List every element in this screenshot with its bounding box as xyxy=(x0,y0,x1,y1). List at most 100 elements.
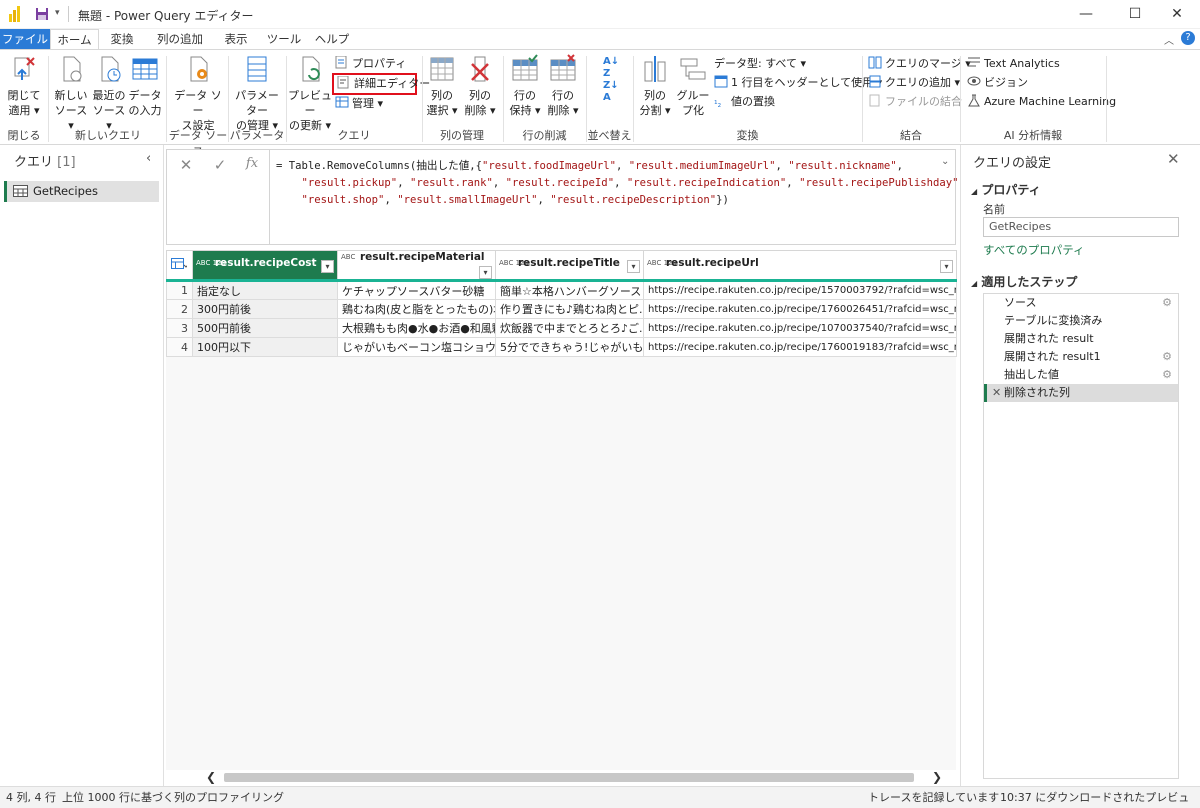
delete-step-icon[interactable]: ✕ xyxy=(992,384,1001,402)
properties-section-header[interactable]: ◢ プロパティ xyxy=(971,181,1041,198)
gear-icon[interactable]: ⚙ xyxy=(1162,348,1172,366)
data-table: ABC 123result.recipeCost ▾ ABC result.reci… xyxy=(166,250,957,357)
title-separator xyxy=(68,6,69,22)
remove-columns-button[interactable]: 列の 削除 ▾ xyxy=(462,54,498,118)
column-filter-icon[interactable]: ▾ xyxy=(321,260,334,273)
horizontal-scrollbar[interactable]: ❮ ❯ xyxy=(206,770,946,784)
replace-values-button[interactable]: ¹₂ 値の置換 xyxy=(714,93,775,111)
advanced-editor-button[interactable]: 詳細エディター xyxy=(332,73,430,95)
table-row: 1 指定なし ケチャップソースバター砂糖 簡単☆本格ハンバーグソース https… xyxy=(166,280,957,300)
query-settings-pane: クエリの設定 ✕ ◢ プロパティ 名前 GetRecipes すべてのプロパティ… xyxy=(960,145,1200,786)
status-bar: 4 列, 4 行 上位 1000 行に基づく列のプロファイリング トレースを記録… xyxy=(0,786,1200,808)
text-analytics-button[interactable]: Text Analytics xyxy=(967,55,1060,73)
new-source-button[interactable]: 新しい ソース ▾ xyxy=(52,54,90,133)
split-column-button[interactable]: 列の 分割 ▾ xyxy=(636,54,674,118)
cancel-formula-button[interactable]: ✕ xyxy=(173,156,199,176)
maximize-button[interactable]: ☐ xyxy=(1112,0,1158,29)
formula-input[interactable]: = Table.RemoveColumns(抽出した値,{"result.foo… xyxy=(276,158,965,209)
tab-view[interactable]: 表示 xyxy=(218,29,254,50)
queries-pane-title: クエリ [1] xyxy=(14,155,76,170)
tab-help[interactable]: ヘルプ xyxy=(312,29,352,50)
data-source-settings-button[interactable]: データ ソー ス設定 xyxy=(170,54,226,133)
group-label-close: 閉じる xyxy=(7,129,41,142)
query-item-getrecipes[interactable]: GetRecipes xyxy=(4,181,159,202)
azure-ml-button[interactable]: Azure Machine Learning xyxy=(967,93,1116,111)
commit-formula-button[interactable]: ✓ xyxy=(207,156,233,176)
step-source[interactable]: ソース ⚙ xyxy=(984,294,1178,312)
query-name-input[interactable]: GetRecipes xyxy=(983,217,1179,237)
collapse-ribbon-icon[interactable]: ︿ xyxy=(1164,32,1174,47)
close-settings-icon[interactable]: ✕ xyxy=(1167,150,1180,168)
choose-columns-button[interactable]: 列の 選択 ▾ xyxy=(424,54,460,118)
tab-transform[interactable]: 変換 xyxy=(104,29,140,50)
tab-tools[interactable]: ツール xyxy=(264,29,304,50)
keep-rows-icon xyxy=(510,54,540,84)
replace-values-icon: ¹₂ xyxy=(714,100,722,110)
vision-button[interactable]: ビジョン xyxy=(967,74,1028,92)
applied-steps-list: ソース ⚙ テーブルに変換済み 展開された result 展開された result… xyxy=(983,293,1179,779)
step-converted-to-table[interactable]: テーブルに変換済み xyxy=(984,312,1178,330)
remove-rows-button[interactable]: 行の 削除 ▾ xyxy=(544,54,582,118)
split-column-icon xyxy=(640,54,670,84)
refresh-preview-button[interactable]: プレビュー の更新 ▾ xyxy=(288,54,332,133)
collapse-pane-icon[interactable]: ‹ xyxy=(146,151,151,166)
close-button[interactable]: ✕ xyxy=(1154,0,1200,29)
scrollbar-thumb[interactable] xyxy=(224,773,914,782)
tab-home[interactable]: ホーム xyxy=(50,29,99,50)
queries-pane: クエリ [1] ‹ GetRecipes xyxy=(0,145,164,786)
column-header-recipeurl[interactable]: ABC 123result.recipeUrl ▾ xyxy=(643,250,957,281)
gear-icon[interactable]: ⚙ xyxy=(1162,294,1172,312)
enter-data-button[interactable]: データ の入力 xyxy=(128,54,162,118)
tab-add-column[interactable]: 列の追加 xyxy=(152,29,208,50)
sort-ascending-icon[interactable]: A↓ Z xyxy=(603,56,619,80)
scroll-right-icon[interactable]: ❯ xyxy=(932,770,942,784)
combine-files-button[interactable]: ファイルの結合 xyxy=(868,93,962,111)
all-properties-link[interactable]: すべてのプロパティ xyxy=(983,242,1085,258)
save-icon[interactable] xyxy=(35,7,49,21)
step-removed-columns[interactable]: ✕ 削除された列 xyxy=(984,384,1178,402)
step-extracted-values[interactable]: 抽出した値 ⚙ xyxy=(984,366,1178,384)
manage-button[interactable]: 管理 ▾ xyxy=(335,95,383,113)
keep-rows-button[interactable]: 行の 保持 ▾ xyxy=(506,54,544,118)
column-header-recipematerial[interactable]: ABC result.recipeMaterial ▾ xyxy=(337,250,496,281)
group-by-button[interactable]: グルー プ化 xyxy=(675,54,711,118)
step-expanded-result1[interactable]: 展開された result1 ⚙ xyxy=(984,348,1178,366)
quick-access-dropdown-icon[interactable]: ▾ xyxy=(55,8,60,18)
advanced-editor-icon xyxy=(337,75,351,89)
group-label-query: クエリ xyxy=(337,129,371,142)
column-filter-icon[interactable]: ▾ xyxy=(627,260,640,273)
sort-descending-icon[interactable]: Z↓ A xyxy=(603,80,619,104)
close-apply-button[interactable]: 閉じて 適用 ▾ xyxy=(4,54,44,118)
help-icon[interactable]: ? xyxy=(1181,31,1195,45)
tab-file[interactable]: ファイル xyxy=(0,29,50,50)
table-icon xyxy=(130,54,160,84)
append-queries-button[interactable]: クエリの追加 ▾ xyxy=(868,74,960,92)
merge-queries-button[interactable]: クエリのマージ ▾ xyxy=(868,55,971,73)
minimize-button[interactable]: — xyxy=(1063,0,1109,29)
properties-button[interactable]: プロパティ xyxy=(335,55,406,73)
scroll-left-icon[interactable]: ❮ xyxy=(206,770,216,784)
column-header-recipetitle[interactable]: ABC 123result.recipeTitle ▾ xyxy=(495,250,644,281)
table-menu-icon[interactable] xyxy=(166,250,193,281)
separator xyxy=(1106,56,1107,142)
column-filter-icon[interactable]: ▾ xyxy=(479,266,492,279)
text-analytics-icon xyxy=(967,56,981,69)
fx-button[interactable]: fx xyxy=(239,156,265,176)
gear-icon[interactable]: ⚙ xyxy=(1162,366,1172,384)
use-first-row-headers-button[interactable]: 1 行目をヘッダーとして使用 ▾ xyxy=(714,74,882,92)
expand-formula-icon[interactable]: ⌄ xyxy=(941,156,949,167)
properties-icon xyxy=(335,55,349,69)
column-header-recipecost[interactable]: ABC 123result.recipeCost ▾ xyxy=(192,250,338,281)
recent-sources-button[interactable]: 最近の ソース ▾ xyxy=(90,54,128,133)
collapse-triangle-icon: ◢ xyxy=(971,187,978,196)
ribbon: 閉じて 適用 ▾ 新しい ソース ▾ 最近の ソース ▾ データ の入力 データ… xyxy=(0,49,1200,158)
table-row: 4 100円以下 じゃがいもベーコン塩コショウ香... 5分でできちゃう!じゃが… xyxy=(166,337,957,357)
manage-parameters-button[interactable]: パラメーター の管理 ▾ xyxy=(230,54,284,133)
new-source-icon xyxy=(56,54,86,84)
data-grid: ABC 123result.recipeCost ▾ ABC result.reci… xyxy=(166,250,957,784)
data-type-dropdown[interactable]: データ型: すべて ▾ xyxy=(714,55,806,73)
applied-steps-header[interactable]: ◢ 適用したステップ xyxy=(971,273,1077,290)
column-filter-icon[interactable]: ▾ xyxy=(940,260,953,273)
step-expanded-result[interactable]: 展開された result xyxy=(984,330,1178,348)
remove-rows-icon xyxy=(548,54,578,84)
